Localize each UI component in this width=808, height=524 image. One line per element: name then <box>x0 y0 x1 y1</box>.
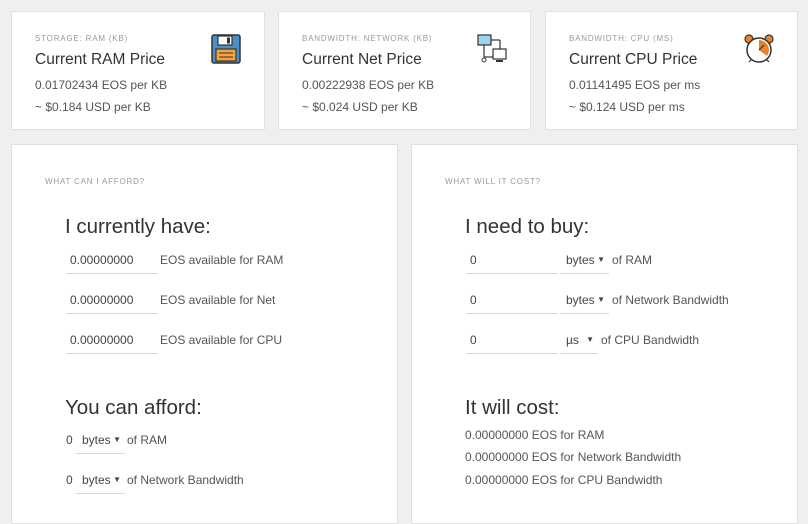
net-amount-input[interactable] <box>466 286 558 314</box>
afford-net-label: of Network Bandwidth <box>127 473 244 487</box>
cpu-unit-select[interactable]: µs ▼ <box>560 326 598 354</box>
ram-price-usd: ~ $0.184 USD per KB <box>35 100 151 114</box>
ram-eos-input[interactable] <box>66 246 158 274</box>
net-price-card: BANDWIDTH: NETWORK (KB) Current Net Pric… <box>278 11 531 130</box>
floppy-disk-icon <box>211 34 241 64</box>
chevron-down-icon: ▼ <box>113 435 121 444</box>
cost-heading: I need to buy: <box>465 215 590 238</box>
cpu-unit: µs <box>566 333 579 347</box>
afford-result-heading: You can afford: <box>65 396 202 419</box>
net-amount-label: of Network Bandwidth <box>612 293 729 307</box>
cost-card: WHAT WILL IT COST? I need to buy: bytes … <box>411 144 798 524</box>
ram-unit-select[interactable]: bytes ▼ <box>560 246 609 274</box>
afford-ram-unit: bytes <box>82 433 111 447</box>
cpu-eos-input[interactable] <box>66 326 158 354</box>
cost-section-label: WHAT WILL IT COST? <box>445 177 541 186</box>
cpu-price-title: Current CPU Price <box>569 51 698 68</box>
alarm-clock-icon <box>744 34 774 63</box>
cpu-amount-label: of CPU Bandwidth <box>601 333 700 347</box>
afford-ram-unit-select[interactable]: bytes ▼ <box>76 426 125 454</box>
chevron-down-icon: ▼ <box>586 335 594 344</box>
net-eos-input[interactable] <box>66 286 158 314</box>
net-price-title: Current Net Price <box>302 51 422 68</box>
cpu-price-card: BANDWIDTH: CPU (MS) Current CPU Price 0.… <box>545 11 798 130</box>
ram-price-eos: 0.01702434 EOS per KB <box>35 78 168 92</box>
afford-ram-label: of RAM <box>127 433 168 447</box>
ram-amount-label: of RAM <box>612 253 653 267</box>
afford-heading: I currently have: <box>65 215 211 238</box>
cpu-price-category: BANDWIDTH: CPU (MS) <box>569 34 674 43</box>
ram-unit: bytes <box>566 253 595 267</box>
net-unit-select[interactable]: bytes ▼ <box>560 286 609 314</box>
ram-price-category: STORAGE: RAM (KB) <box>35 34 129 43</box>
ram-price-title: Current RAM Price <box>35 51 166 68</box>
afford-card: WHAT CAN I AFFORD? I currently have: EOS… <box>11 144 398 524</box>
cost-net-result: 0.00000000 EOS for Network Bandwidth <box>465 450 682 464</box>
ram-price-card: STORAGE: RAM (KB) Current RAM Price 0.01… <box>11 11 265 130</box>
net-price-usd: ~ $0.024 USD per KB <box>302 100 418 114</box>
cpu-price-usd: ~ $0.124 USD per ms <box>569 100 685 114</box>
chevron-down-icon: ▼ <box>113 475 121 484</box>
net-unit: bytes <box>566 293 595 307</box>
net-price-category: BANDWIDTH: NETWORK (KB) <box>302 34 433 43</box>
afford-net-unit-select[interactable]: bytes ▼ <box>76 466 125 494</box>
cost-result-heading: It will cost: <box>465 396 560 419</box>
cpu-eos-label: EOS available for CPU <box>160 333 283 347</box>
chevron-down-icon: ▼ <box>597 295 605 304</box>
afford-net-amount: 0 <box>66 473 73 487</box>
net-price-eos: 0.00222938 EOS per KB <box>302 78 435 92</box>
cpu-price-eos: 0.01141495 EOS per ms <box>569 78 701 92</box>
chevron-down-icon: ▼ <box>597 255 605 264</box>
ram-eos-label: EOS available for RAM <box>160 253 284 267</box>
ram-amount-input[interactable] <box>466 246 558 274</box>
afford-section-label: WHAT CAN I AFFORD? <box>45 177 145 186</box>
net-eos-label: EOS available for Net <box>160 293 276 307</box>
cpu-amount-input[interactable] <box>466 326 558 354</box>
afford-ram-amount: 0 <box>66 433 73 447</box>
cost-ram-result: 0.00000000 EOS for RAM <box>465 428 605 442</box>
afford-net-unit: bytes <box>82 473 111 487</box>
cost-cpu-result: 0.00000000 EOS for CPU Bandwidth <box>465 473 663 487</box>
network-icon <box>477 34 507 63</box>
